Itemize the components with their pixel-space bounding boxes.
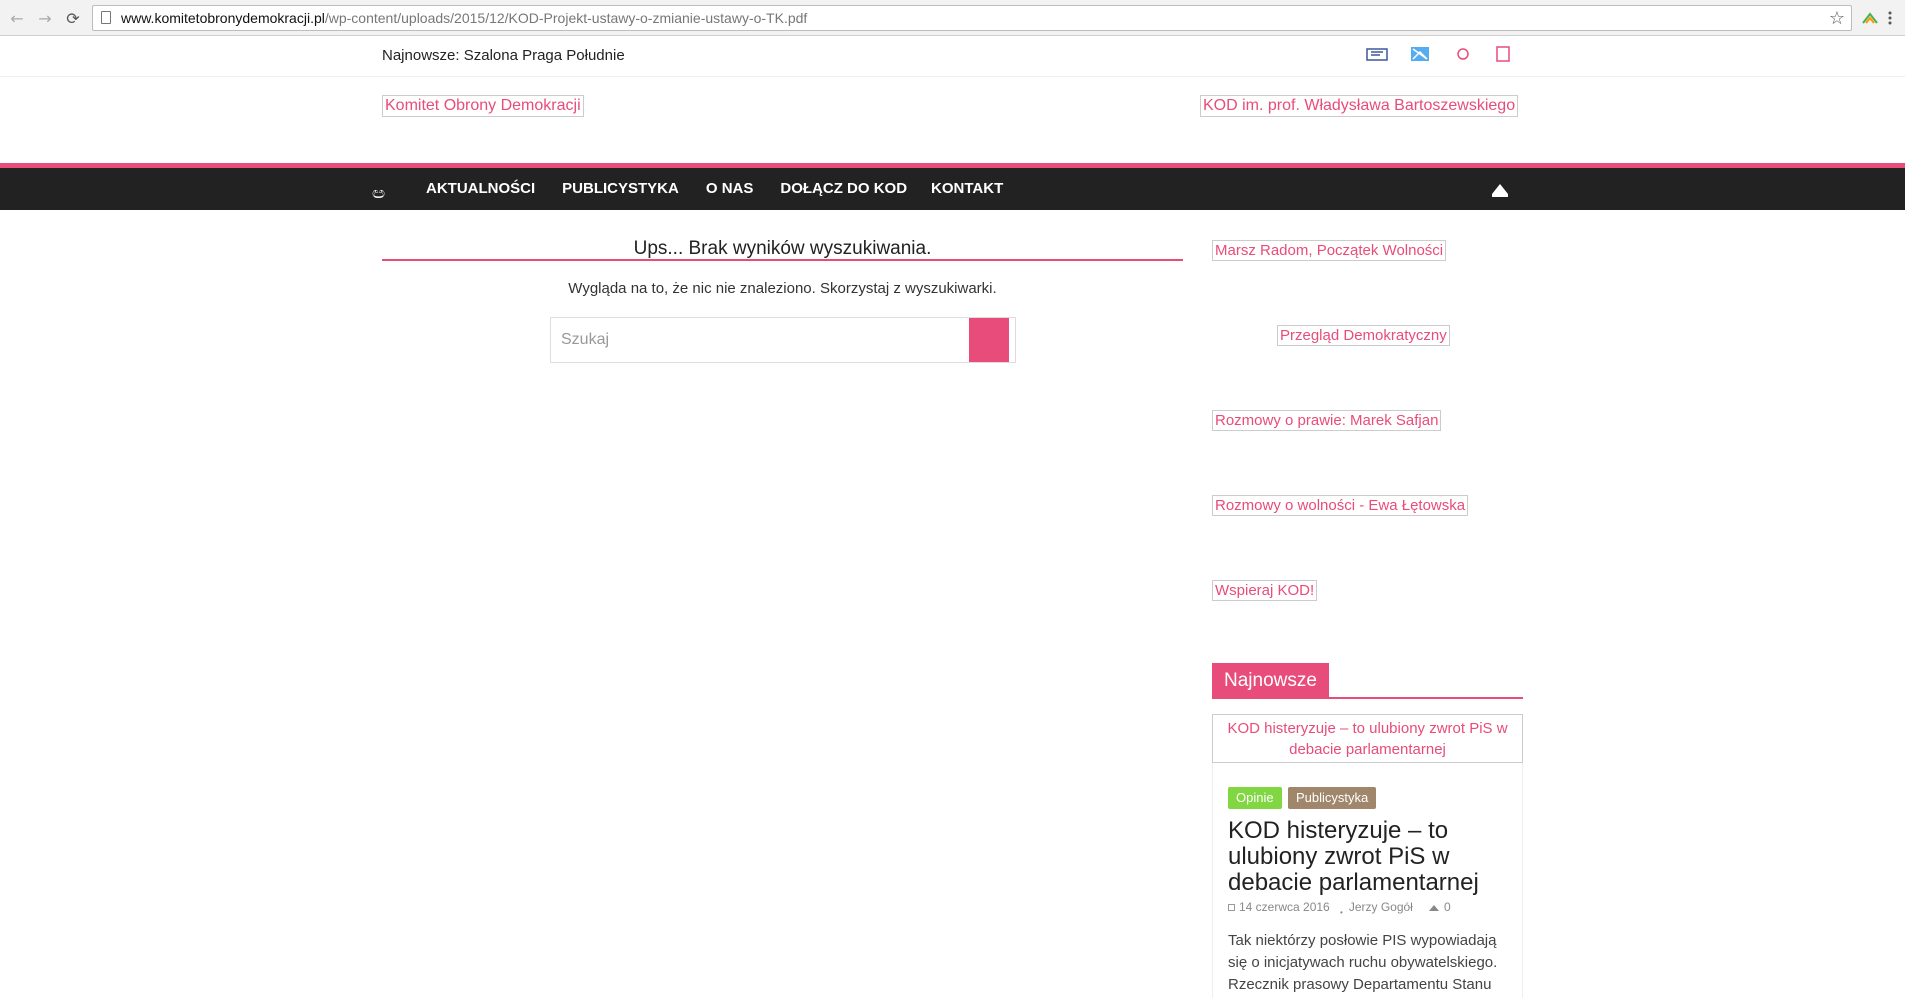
back-button[interactable]: ← bbox=[6, 7, 28, 29]
site-logo[interactable]: Komitet Obrony Demokracji bbox=[382, 95, 584, 117]
menu-item-o-nas[interactable]: O NAS bbox=[694, 168, 769, 210]
bookmark-star-icon[interactable]: ☆ bbox=[1829, 8, 1845, 29]
menu-item-label: PUBLICYSTYKA bbox=[562, 180, 679, 197]
menu: AKTUALNOŚCI PUBLICYSTYKA O NAS DOŁĄCZ DO… bbox=[414, 168, 1018, 210]
top-bar: Najnowsze: Szalona Praga Południe bbox=[0, 37, 1905, 77]
post-comments[interactable]: 0 bbox=[1428, 900, 1451, 916]
search-input[interactable] bbox=[551, 318, 969, 362]
post-author[interactable]: • Jerzy Gogół bbox=[1340, 900, 1413, 917]
comment-icon bbox=[1428, 902, 1440, 916]
post-thumbnail[interactable]: KOD histeryzuje – to ulubiony zwrot PiS … bbox=[1212, 714, 1523, 763]
widget-underline bbox=[1212, 697, 1523, 699]
facebook-icon[interactable] bbox=[1366, 46, 1388, 66]
sidebar-banner-safjan[interactable]: Rozmowy o prawie: Marek Safjan bbox=[1212, 410, 1442, 431]
patron-logo[interactable]: KOD im. prof. Władysława Bartoszewskiego bbox=[1200, 95, 1519, 117]
category-badge-publicystyka[interactable]: Publicystyka bbox=[1288, 787, 1377, 809]
url-domain: www.komitetobronydemokracji.pl bbox=[121, 10, 325, 26]
menu-item-label: DOŁĄCZ DO KOD bbox=[780, 180, 908, 197]
menu-item-label: O NAS bbox=[705, 180, 754, 197]
random-post-icon[interactable] bbox=[1490, 180, 1510, 203]
home-icon[interactable]: ඏ bbox=[372, 183, 385, 203]
post-comments-count: 0 bbox=[1444, 900, 1451, 914]
twitter-icon[interactable] bbox=[1410, 46, 1430, 66]
search-button[interactable] bbox=[969, 318, 1009, 362]
post-date-text: 14 czerwca 2016 bbox=[1239, 900, 1330, 914]
menu-item-label: AKTUALNOŚCI bbox=[426, 180, 536, 197]
menu-item-kontakt[interactable]: KONTAKT bbox=[919, 168, 1018, 210]
search-form bbox=[550, 317, 1016, 363]
instagram-icon[interactable] bbox=[1496, 46, 1510, 66]
latest-news: Najnowsze: Szalona Praga Południe bbox=[382, 47, 625, 64]
latest-link[interactable]: Szalona Praga Południe bbox=[464, 47, 625, 64]
menu-item-aktualnosci[interactable]: AKTUALNOŚCI bbox=[414, 168, 550, 210]
menu-item-dolacz[interactable]: DOŁĄCZ DO KOD bbox=[768, 168, 919, 210]
sidebar-banner-letowska[interactable]: Rozmowy o wolności - Ewa Łętowska bbox=[1212, 495, 1469, 516]
post-excerpt: Tak niektórzy posłowie PIS wypowiadają s… bbox=[1228, 932, 1498, 993]
no-results-message: Wygląda na to, że nic nie znaleziono. Sk… bbox=[568, 280, 997, 297]
url-path: /wp-content/uploads/2015/12/KOD-Projekt-… bbox=[324, 10, 808, 26]
category-badge-opinie[interactable]: Opinie bbox=[1228, 787, 1282, 809]
sidebar-banner-wspieraj[interactable]: Wspieraj KOD! bbox=[1212, 580, 1318, 601]
menu-icon[interactable] bbox=[1880, 8, 1900, 28]
browser-toolbar: ← → ⟳ www.komitetobronydemokracji.pl/wp-… bbox=[0, 0, 1905, 36]
main-navigation: ඏ AKTUALNOŚCI PUBLICYSTYKA O NAS DOŁĄCZ … bbox=[0, 168, 1905, 210]
page-title: Ups... Brak wyników wyszukiwania. bbox=[633, 238, 932, 259]
url-text[interactable]: www.komitetobronydemokracji.pl/wp-conten… bbox=[121, 10, 807, 26]
title-underline bbox=[382, 259, 1183, 261]
forward-button[interactable]: → bbox=[34, 7, 56, 29]
menu-item-label: KONTAKT bbox=[931, 180, 1004, 197]
widget-title: Najnowsze bbox=[1212, 663, 1329, 698]
page-icon bbox=[101, 11, 111, 24]
user-icon: • bbox=[1340, 908, 1343, 917]
post-author-text: Jerzy Gogół bbox=[1348, 900, 1413, 914]
address-bar[interactable]: www.komitetobronydemokracji.pl/wp-conten… bbox=[92, 5, 1852, 31]
reload-button[interactable]: ⟳ bbox=[62, 7, 84, 29]
post-title[interactable]: KOD histeryzuje – to ulubiony zwrot PiS … bbox=[1228, 818, 1513, 896]
sidebar-banner-marsz-radom[interactable]: Marsz Radom, Początek Wolności bbox=[1212, 240, 1447, 261]
post-date[interactable]: 14 czerwca 2016 bbox=[1228, 900, 1330, 914]
menu-item-publicystyka[interactable]: PUBLICYSTYKA bbox=[550, 168, 694, 210]
latest-label: Najnowsze: bbox=[382, 47, 460, 64]
calendar-icon bbox=[1228, 904, 1235, 911]
extension-icon[interactable] bbox=[1860, 8, 1880, 28]
youtube-icon[interactable] bbox=[1456, 46, 1470, 65]
sidebar-banner-przeglad[interactable]: Przegląd Demokratyczny bbox=[1277, 325, 1450, 346]
